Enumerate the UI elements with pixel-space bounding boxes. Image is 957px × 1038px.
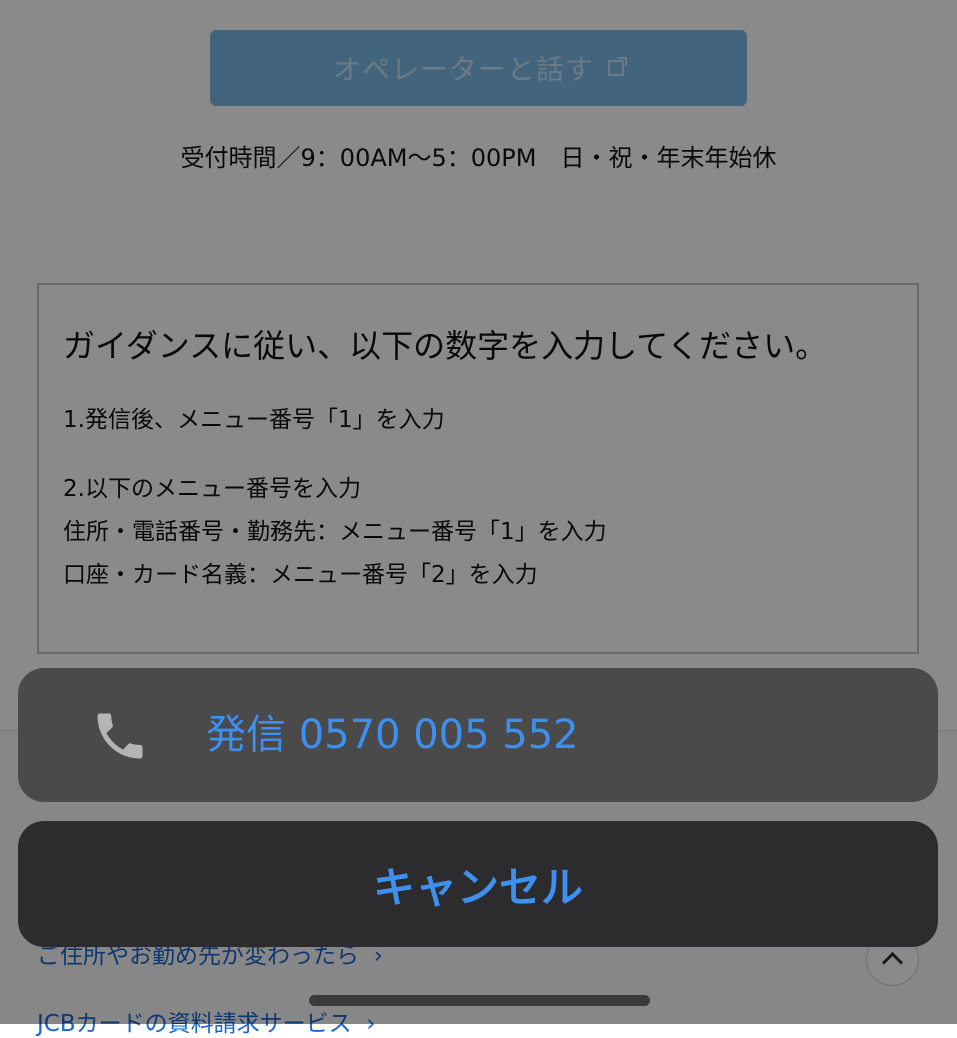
call-number-label: 発信 0570 005 552 xyxy=(206,712,579,758)
home-indicator[interactable] xyxy=(309,995,650,1006)
phone-icon xyxy=(97,713,143,759)
cancel-label: キャンセル xyxy=(372,862,583,912)
cancel-button[interactable]: キャンセル xyxy=(18,821,938,947)
call-action-button[interactable]: 発信 0570 005 552 xyxy=(18,668,938,802)
